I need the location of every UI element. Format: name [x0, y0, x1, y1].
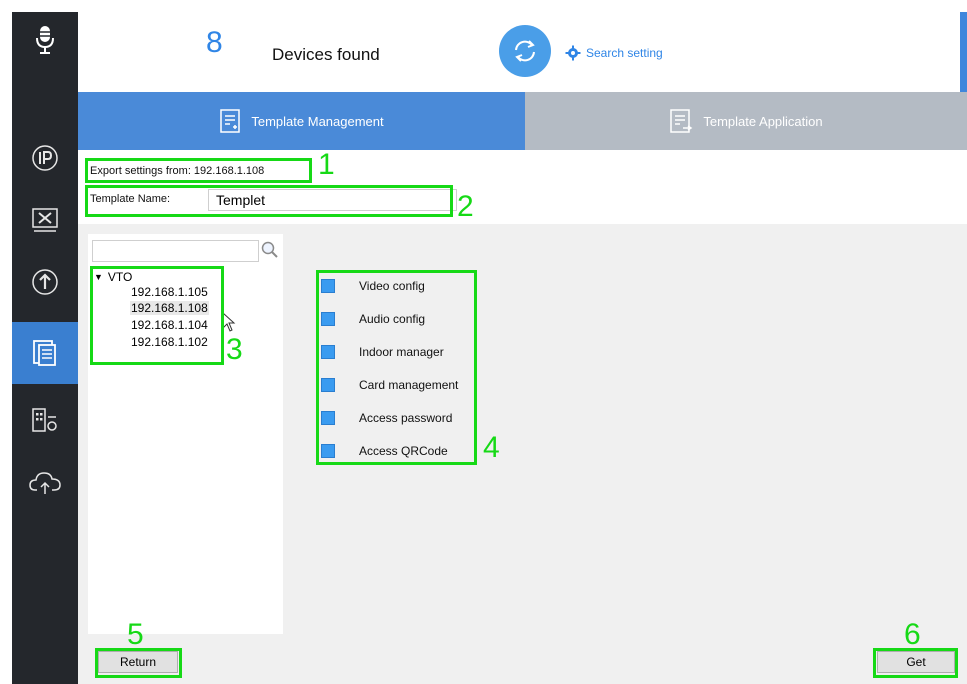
template-icon	[33, 340, 56, 366]
tree-search-input[interactable]	[92, 240, 259, 262]
gear-icon	[565, 45, 581, 61]
window-controls: ▾ – ×	[960, 12, 967, 92]
devices-found-label: Devices found	[272, 45, 380, 64]
sidebar-item-building-config[interactable]	[12, 392, 78, 448]
sidebar-item-upgrade[interactable]	[12, 254, 78, 310]
microphone-logo-icon	[12, 12, 78, 68]
refresh-button[interactable]	[499, 25, 551, 77]
search-setting-label: Search setting	[586, 46, 663, 60]
template-add-icon	[220, 109, 241, 133]
tab-template-application-label: Template Application	[703, 113, 823, 129]
annotation-number-5: 5	[127, 618, 144, 651]
template-apply-icon	[670, 109, 693, 133]
sidebar-item-cloud-upload[interactable]	[12, 454, 78, 510]
bottom-bar	[78, 642, 967, 684]
tab-bar: Template Management Template Application	[78, 92, 967, 150]
annotation-box-5	[95, 648, 182, 678]
annotation-number-3: 3	[226, 333, 243, 366]
building-settings-icon	[32, 408, 57, 432]
sidebar-item-tools[interactable]	[12, 192, 78, 248]
annotation-number-1: 1	[318, 148, 335, 181]
tab-template-management-label: Template Management	[251, 113, 384, 129]
tools-icon	[32, 208, 58, 232]
annotation-number-4: 4	[483, 431, 500, 464]
annotation-box-1	[85, 158, 312, 183]
annotation-box-6	[873, 648, 958, 678]
annotation-number-6: 6	[904, 618, 921, 651]
tab-template-application[interactable]: Template Application	[525, 92, 967, 150]
sidebar-item-template[interactable]	[12, 322, 78, 384]
annotation-box-3	[90, 266, 224, 365]
tab-template-management[interactable]: Template Management	[78, 92, 525, 150]
annotation-box-2	[85, 185, 453, 217]
annotation-number-2: 2	[457, 190, 474, 223]
annotation-box-4	[316, 270, 477, 465]
header: 8 Devices found Search setting ▾ – ×	[78, 12, 967, 92]
mouse-cursor-icon	[222, 312, 236, 332]
search-icon[interactable]	[260, 240, 280, 260]
ip-icon	[32, 145, 58, 171]
cloud-upload-icon	[29, 472, 61, 494]
search-setting-link[interactable]: Search setting	[565, 45, 663, 61]
refresh-icon	[515, 40, 535, 62]
upgrade-icon	[32, 269, 58, 295]
sidebar-item-ip-config[interactable]	[12, 130, 78, 186]
sidebar	[12, 12, 78, 684]
device-count: 8	[206, 26, 223, 59]
